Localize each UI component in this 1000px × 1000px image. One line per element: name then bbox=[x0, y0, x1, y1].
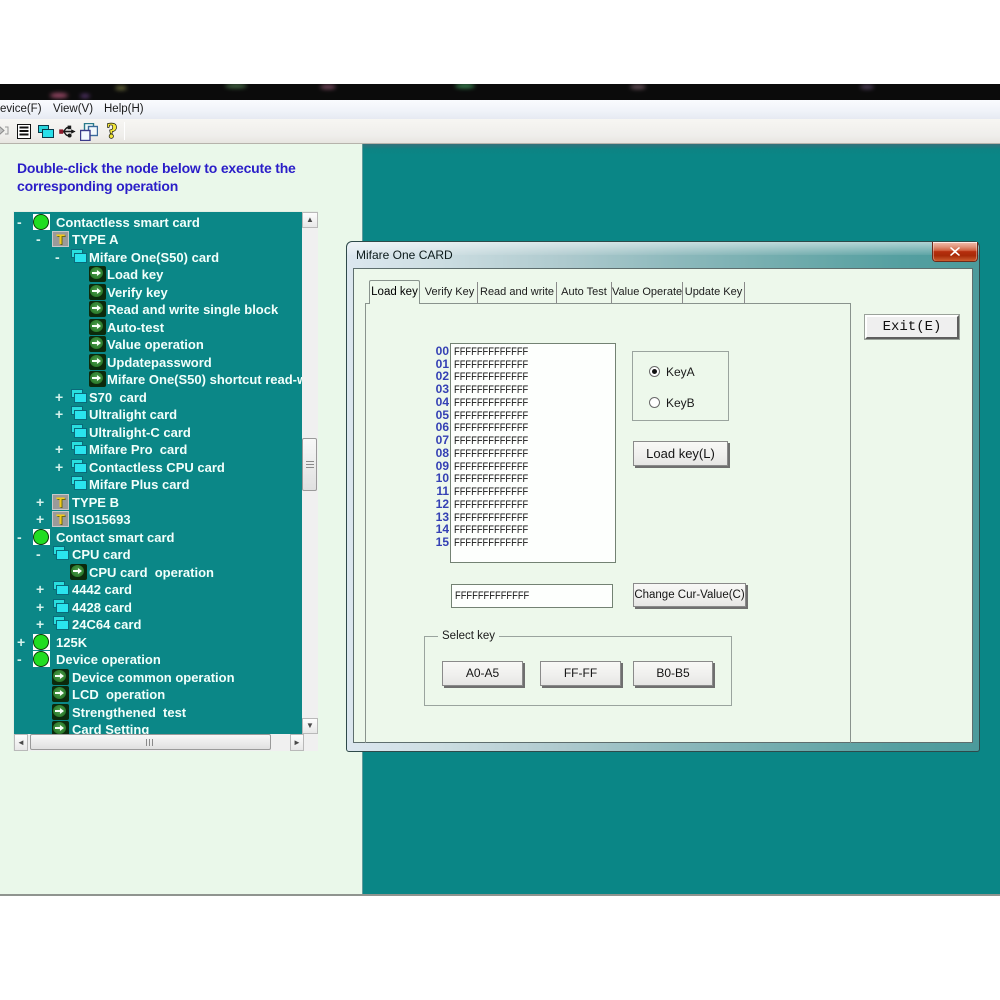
svg-text:?: ? bbox=[107, 121, 118, 142]
